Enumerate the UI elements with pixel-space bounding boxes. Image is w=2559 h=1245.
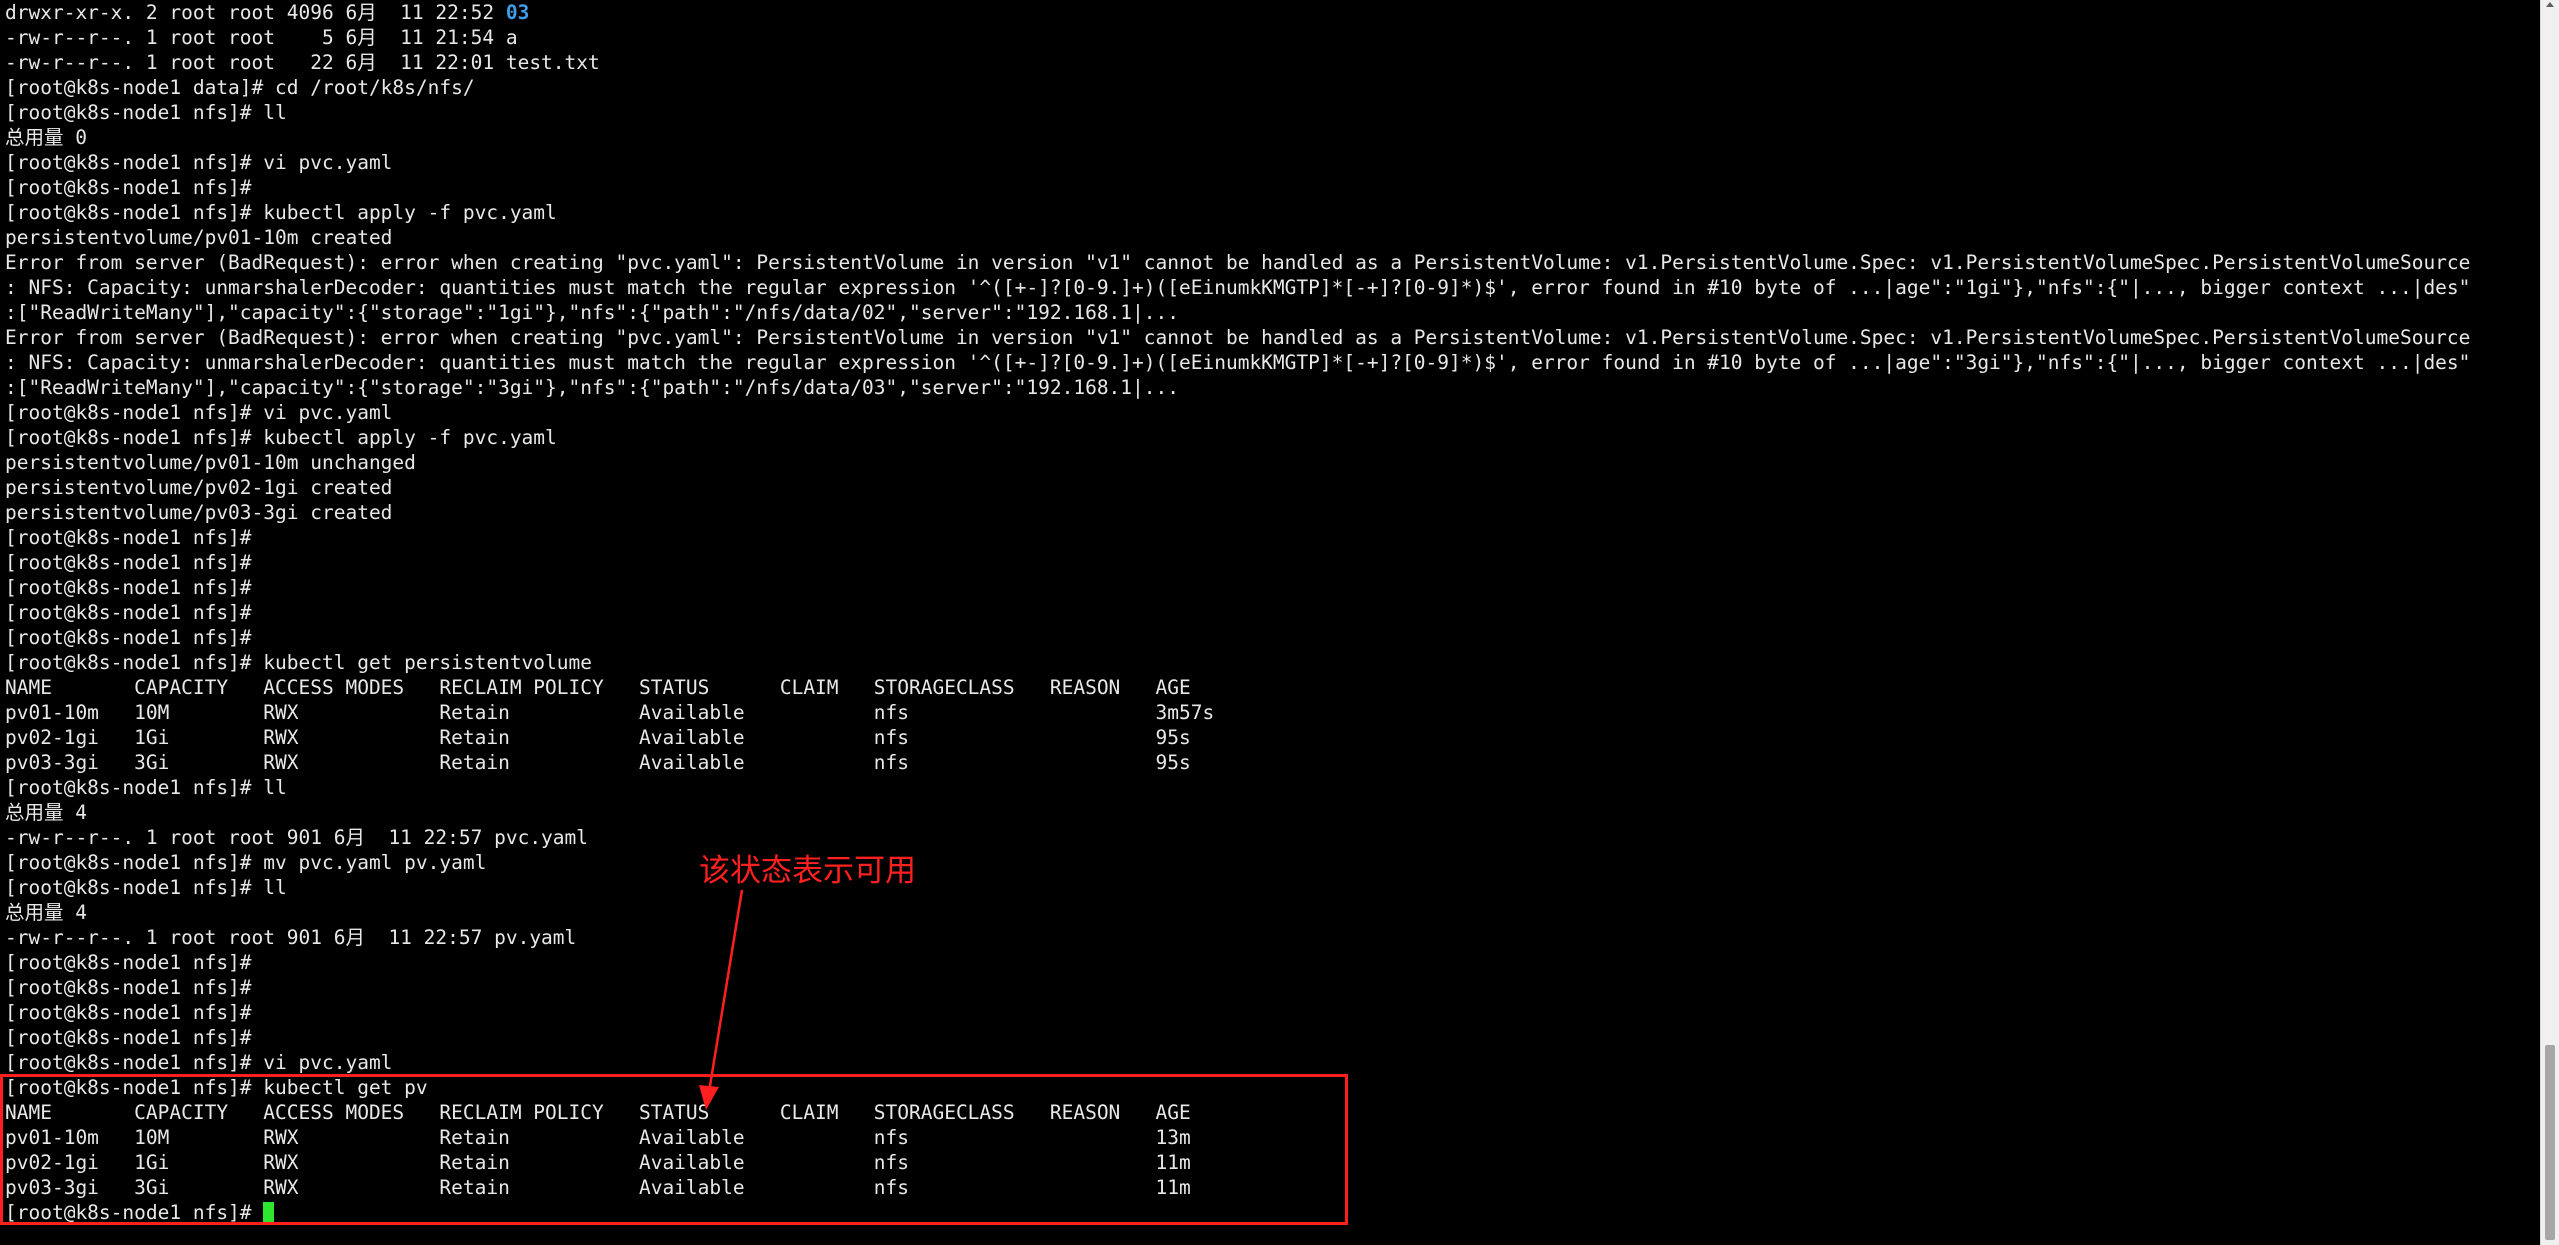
terminal-line: [root@k8s-node1 nfs]# <box>5 175 2540 200</box>
terminal-line-text: : NFS: Capacity: unmarshalerDecoder: qua… <box>5 351 2471 374</box>
terminal-line-text: persistentvolume/pv03-3gi created <box>5 501 393 524</box>
terminal-line: [root@k8s-node1 data]# cd /root/k8s/nfs/ <box>5 75 2540 100</box>
terminal-line: NAME CAPACITY ACCESS MODES RECLAIM POLIC… <box>5 675 2540 700</box>
terminal-line: [root@k8s-node1 nfs]# ll <box>5 875 2540 900</box>
terminal-line: [root@k8s-node1 nfs]# <box>5 575 2540 600</box>
terminal-line: [root@k8s-node1 nfs]# <box>5 1025 2540 1050</box>
terminal-line-text: :["ReadWriteMany"],"capacity":{"storage"… <box>5 301 1179 324</box>
terminal-line-text: : NFS: Capacity: unmarshalerDecoder: qua… <box>5 276 2471 299</box>
terminal-line: [root@k8s-node1 nfs]# mv pvc.yaml pv.yam… <box>5 850 2540 875</box>
terminal-line-text: [root@k8s-node1 data]# cd /root/k8s/nfs/ <box>5 76 475 99</box>
terminal-line: persistentvolume/pv01-10m unchanged <box>5 450 2540 475</box>
annotation-label: 该状态表示可用 <box>699 853 916 889</box>
terminal-line-text: [root@k8s-node1 nfs]# vi pvc.yaml <box>5 151 393 174</box>
terminal-line: 总用量 4 <box>5 900 2540 925</box>
terminal-line-text: persistentvolume/pv01-10m created <box>5 226 393 249</box>
terminal-line: :["ReadWriteMany"],"capacity":{"storage"… <box>5 300 2540 325</box>
terminal-line: -rw-r--r--. 1 root root 901 6月 11 22:57 … <box>5 925 2540 950</box>
terminal-line: -rw-r--r--. 1 root root 901 6月 11 22:57 … <box>5 825 2540 850</box>
terminal-line-text: [root@k8s-node1 nfs]# kubectl apply -f p… <box>5 201 557 224</box>
terminal-line-text: [root@k8s-node1 nfs]# <box>5 626 252 649</box>
terminal-line: [root@k8s-node1 nfs]# kubectl apply -f p… <box>5 200 2540 225</box>
terminal-line-text: [root@k8s-node1 nfs]# kubectl get persis… <box>5 651 592 674</box>
terminal-line-text: [root@k8s-node1 nfs]# <box>5 1026 252 1049</box>
terminal-line-text: -rw-r--r--. 1 root root 901 6月 11 22:57 … <box>5 826 589 849</box>
terminal-line: [root@k8s-node1 nfs]# <box>5 950 2540 975</box>
terminal-line-text: Error from server (BadRequest): error wh… <box>5 251 2471 274</box>
terminal-line: [root@k8s-node1 nfs]# vi pvc.yaml <box>5 400 2540 425</box>
terminal-line: persistentvolume/pv03-3gi created <box>5 500 2540 525</box>
terminal-line: [root@k8s-node1 nfs]# vi pvc.yaml <box>5 150 2540 175</box>
terminal-line: -rw-r--r--. 1 root root 22 6月 11 22:01 t… <box>5 50 2540 75</box>
terminal-line-text: [root@k8s-node1 nfs]# ll <box>5 101 287 124</box>
terminal-line-text: [root@k8s-node1 nfs]# <box>5 601 252 624</box>
terminal-line: [root@k8s-node1 nfs]# kubectl apply -f p… <box>5 425 2540 450</box>
terminal-line: 总用量 0 <box>5 125 2540 150</box>
scroll-up-icon[interactable] <box>2546 2 2554 7</box>
terminal-line-text: [root@k8s-node1 nfs]# <box>5 176 252 199</box>
terminal-line: pv01-10m 10M RWX Retain Available nfs 3m… <box>5 700 2540 725</box>
terminal-line-text: [root@k8s-node1 nfs]# vi pvc.yaml <box>5 401 393 424</box>
terminal-line: [root@k8s-node1 nfs]# <box>5 975 2540 1000</box>
terminal-line: [root@k8s-node1 nfs]# ll <box>5 100 2540 125</box>
terminal-line: Error from server (BadRequest): error wh… <box>5 250 2540 275</box>
terminal-line-text: pv03-3gi 3Gi RWX Retain Available nfs 95… <box>5 751 1191 774</box>
terminal-line: :["ReadWriteMany"],"capacity":{"storage"… <box>5 375 2540 400</box>
terminal-line-text: [root@k8s-node1 nfs]# ll <box>5 776 287 799</box>
terminal-line: [root@k8s-node1 nfs]# kubectl get persis… <box>5 650 2540 675</box>
terminal-line-text: persistentvolume/pv02-1gi created <box>5 476 393 499</box>
terminal-line-text: persistentvolume/pv01-10m unchanged <box>5 451 416 474</box>
terminal-line: [root@k8s-node1 nfs]# <box>5 525 2540 550</box>
terminal-line: [root@k8s-node1 nfs]# <box>5 600 2540 625</box>
terminal-line-text: [root@k8s-node1 nfs]# vi pvc.yaml <box>5 1051 393 1074</box>
terminal-line: [root@k8s-node1 nfs]# <box>5 550 2540 575</box>
terminal-window[interactable]: drwxr-xr-x. 2 root root 4096 6月 11 22:52… <box>0 0 2540 1245</box>
terminal-output: drwxr-xr-x. 2 root root 4096 6月 11 22:52… <box>5 0 2540 1225</box>
directory-name: 03 <box>505 1 530 24</box>
terminal-line: 总用量 4 <box>5 800 2540 825</box>
terminal-line-text: 总用量 0 <box>5 126 87 149</box>
terminal-line-text: [root@k8s-node1 nfs]# mv pvc.yaml pv.yam… <box>5 851 487 874</box>
terminal-line: : NFS: Capacity: unmarshalerDecoder: qua… <box>5 350 2540 375</box>
terminal-line: [root@k8s-node1 nfs]# ll <box>5 775 2540 800</box>
terminal-line-text: [root@k8s-node1 nfs]# <box>5 576 252 599</box>
terminal-line-text: Error from server (BadRequest): error wh… <box>5 326 2471 349</box>
terminal-line: Error from server (BadRequest): error wh… <box>5 325 2540 350</box>
vertical-scrollbar[interactable] <box>2540 0 2559 1245</box>
terminal-line: [root@k8s-node1 nfs]# <box>5 625 2540 650</box>
terminal-line-text: NAME CAPACITY ACCESS MODES RECLAIM POLIC… <box>5 676 1191 699</box>
terminal-line: persistentvolume/pv02-1gi created <box>5 475 2540 500</box>
terminal-line-text: [root@k8s-node1 nfs]# <box>5 526 252 549</box>
terminal-line-text: [root@k8s-node1 nfs]# kubectl apply -f p… <box>5 426 557 449</box>
terminal-line-text: -rw-r--r--. 1 root root 5 6月 11 21:54 a <box>5 26 518 49</box>
terminal-line-text: -rw-r--r--. 1 root root 22 6月 11 22:01 t… <box>5 51 600 74</box>
terminal-line-text: 总用量 4 <box>5 801 87 824</box>
terminal-line-text: [root@k8s-node1 nfs]# <box>5 976 252 999</box>
terminal-line-text: drwxr-xr-x. 2 root root 4096 6月 11 22:52 <box>5 1 506 24</box>
terminal-line: persistentvolume/pv01-10m created <box>5 225 2540 250</box>
terminal-line-text: pv02-1gi 1Gi RWX Retain Available nfs 95… <box>5 726 1191 749</box>
terminal-line: -rw-r--r--. 1 root root 5 6月 11 21:54 a <box>5 25 2540 50</box>
terminal-line: [root@k8s-node1 nfs]# <box>5 1000 2540 1025</box>
terminal-line-text: :["ReadWriteMany"],"capacity":{"storage"… <box>5 376 1179 399</box>
terminal-line-text: [root@k8s-node1 nfs]# <box>5 951 252 974</box>
terminal-line-text: 总用量 4 <box>5 901 87 924</box>
terminal-line: drwxr-xr-x. 2 root root 4096 6月 11 22:52… <box>5 0 2540 25</box>
scrollbar-thumb[interactable] <box>2545 1045 2555 1240</box>
terminal-line-text: [root@k8s-node1 nfs]# <box>5 1001 252 1024</box>
terminal-line: [root@k8s-node1 nfs]# vi pvc.yaml <box>5 1050 2540 1075</box>
terminal-line-text: [root@k8s-node1 nfs]# <box>5 551 252 574</box>
terminal-line: pv02-1gi 1Gi RWX Retain Available nfs 95… <box>5 725 2540 750</box>
terminal-line-text: [root@k8s-node1 nfs]# ll <box>5 876 287 899</box>
highlight-box <box>0 1074 1348 1225</box>
terminal-line-text: pv01-10m 10M RWX Retain Available nfs 3m… <box>5 701 1215 724</box>
terminal-line: : NFS: Capacity: unmarshalerDecoder: qua… <box>5 275 2540 300</box>
terminal-line: pv03-3gi 3Gi RWX Retain Available nfs 95… <box>5 750 2540 775</box>
terminal-line-text: -rw-r--r--. 1 root root 901 6月 11 22:57 … <box>5 926 577 949</box>
